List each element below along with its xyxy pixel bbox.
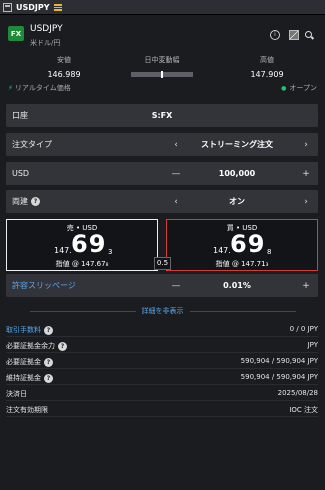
- detail-value: IOC 注文: [289, 406, 318, 414]
- help-icon[interactable]: ?: [44, 357, 53, 367]
- detail-key: 必要証拠金?: [6, 357, 53, 367]
- range-stat: 日中変動幅: [112, 55, 212, 78]
- info-icon[interactable]: i: [270, 30, 280, 40]
- slippage-label[interactable]: 許容スリッページ: [12, 280, 76, 291]
- detail-key[interactable]: 取引手数料?: [6, 325, 53, 335]
- symbol-name: USDJPY: [30, 24, 63, 34]
- detail-value: 590,904 / 590,904 JPY: [240, 357, 318, 365]
- buy-price-fraction: 8: [267, 248, 272, 256]
- low-value: 146.989: [47, 70, 81, 79]
- both-sides-row: 両建? ‹ オン ›: [6, 190, 318, 213]
- detail-row: 注文有効期限 IOC 注文: [6, 403, 318, 417]
- detail-key: 必要証拠金余力?: [6, 341, 67, 351]
- detail-value: 0 / 0 JPY: [289, 325, 318, 333]
- low-label: 安値: [57, 56, 71, 64]
- order-type-value: ストリーミング注文: [201, 140, 273, 149]
- both-sides-label: 両建?: [12, 196, 40, 207]
- both-sides-value: オン: [229, 197, 245, 206]
- quantity-input[interactable]: 100,000: [156, 169, 318, 178]
- detail-row: 必要証拠金余力? JPY: [6, 339, 318, 353]
- buy-price-prefix: 147.: [213, 246, 231, 255]
- slippage-increase-button[interactable]: +: [297, 274, 315, 297]
- buy-button[interactable]: 買 • USD 147. 69 8 指値 @ 147.71₃: [166, 219, 318, 271]
- order-type-row: 注文タイプ ‹ ストリーミング注文 ›: [6, 133, 318, 156]
- buy-limit-price: 指値 @ 147.71₃: [215, 260, 269, 268]
- detail-row: 取引手数料? 0 / 0 JPY: [6, 323, 318, 337]
- slippage-row: 許容スリッページ — 0.01% +: [6, 274, 318, 297]
- window-titlebar: USDJPY: [0, 0, 325, 15]
- help-icon[interactable]: ?: [44, 373, 53, 383]
- both-sides-next-chevron-icon[interactable]: ›: [297, 190, 315, 213]
- sell-limit-price: 指値 @ 147.67₈: [55, 260, 109, 268]
- search-icon[interactable]: [304, 30, 314, 40]
- slippage-input[interactable]: 0.01%: [156, 281, 318, 290]
- high-stat: 高値 147.909: [217, 55, 317, 79]
- detail-key: 注文有効期限: [6, 406, 48, 414]
- account-row[interactable]: 口座 S:FX: [6, 104, 318, 127]
- quantity-increase-button[interactable]: +: [297, 162, 315, 185]
- fx-logo: FX: [8, 26, 24, 41]
- order-type-label: 注文タイプ: [12, 140, 52, 149]
- account-value: S:FX: [151, 111, 173, 120]
- window-icon: [3, 2, 12, 12]
- detail-value: 2025/08/28: [277, 389, 318, 397]
- help-icon[interactable]: ?: [44, 325, 53, 335]
- hide-details-toggle[interactable]: 詳細を非表示: [0, 306, 325, 316]
- help-icon[interactable]: ?: [31, 197, 40, 206]
- low-stat: 安値 146.989: [14, 55, 114, 79]
- instrument-header: FX USDJPY 米ドル/円 i: [0, 15, 325, 55]
- window-title: USDJPY: [16, 2, 50, 12]
- help-icon[interactable]: ?: [58, 341, 67, 351]
- market-open-status: オープン: [281, 83, 317, 93]
- sell-price-fraction: 3: [108, 248, 113, 256]
- detail-row: 決済日 2025/08/28: [6, 387, 318, 401]
- sell-price-pips: 69: [71, 230, 107, 258]
- detail-value: JPY: [307, 341, 318, 349]
- order-type-next-chevron-icon[interactable]: ›: [297, 133, 315, 156]
- chart-icon[interactable]: [289, 30, 299, 40]
- symbol-description: 米ドル/円: [30, 39, 61, 47]
- detail-value: 590,904 / 590,904 JPY: [240, 373, 318, 381]
- detail-key: 維持証拠金?: [6, 373, 53, 383]
- day-range-bar: [131, 71, 193, 78]
- high-value: 147.909: [250, 70, 284, 79]
- detail-row: 必要証拠金? 590,904 / 590,904 JPY: [6, 355, 318, 369]
- spread-value: 0.5: [154, 257, 171, 270]
- high-label: 高値: [260, 56, 274, 64]
- buy-price-pips: 69: [230, 230, 266, 258]
- sell-button[interactable]: 売 • USD 147. 69 3 指値 @ 147.67₈: [6, 219, 158, 271]
- detail-key: 決済日: [6, 390, 27, 398]
- quantity-row: USD — 100,000 +: [6, 162, 318, 185]
- menu-icon[interactable]: [53, 3, 62, 11]
- quantity-label: USD: [12, 169, 30, 178]
- detail-row: 維持証拠金? 590,904 / 590,904 JPY: [6, 371, 318, 385]
- range-marker: [161, 71, 163, 78]
- realtime-price-label: リアルタイム価格: [8, 83, 71, 93]
- range-label: 日中変動幅: [144, 56, 180, 64]
- sell-price-prefix: 147.: [54, 246, 72, 255]
